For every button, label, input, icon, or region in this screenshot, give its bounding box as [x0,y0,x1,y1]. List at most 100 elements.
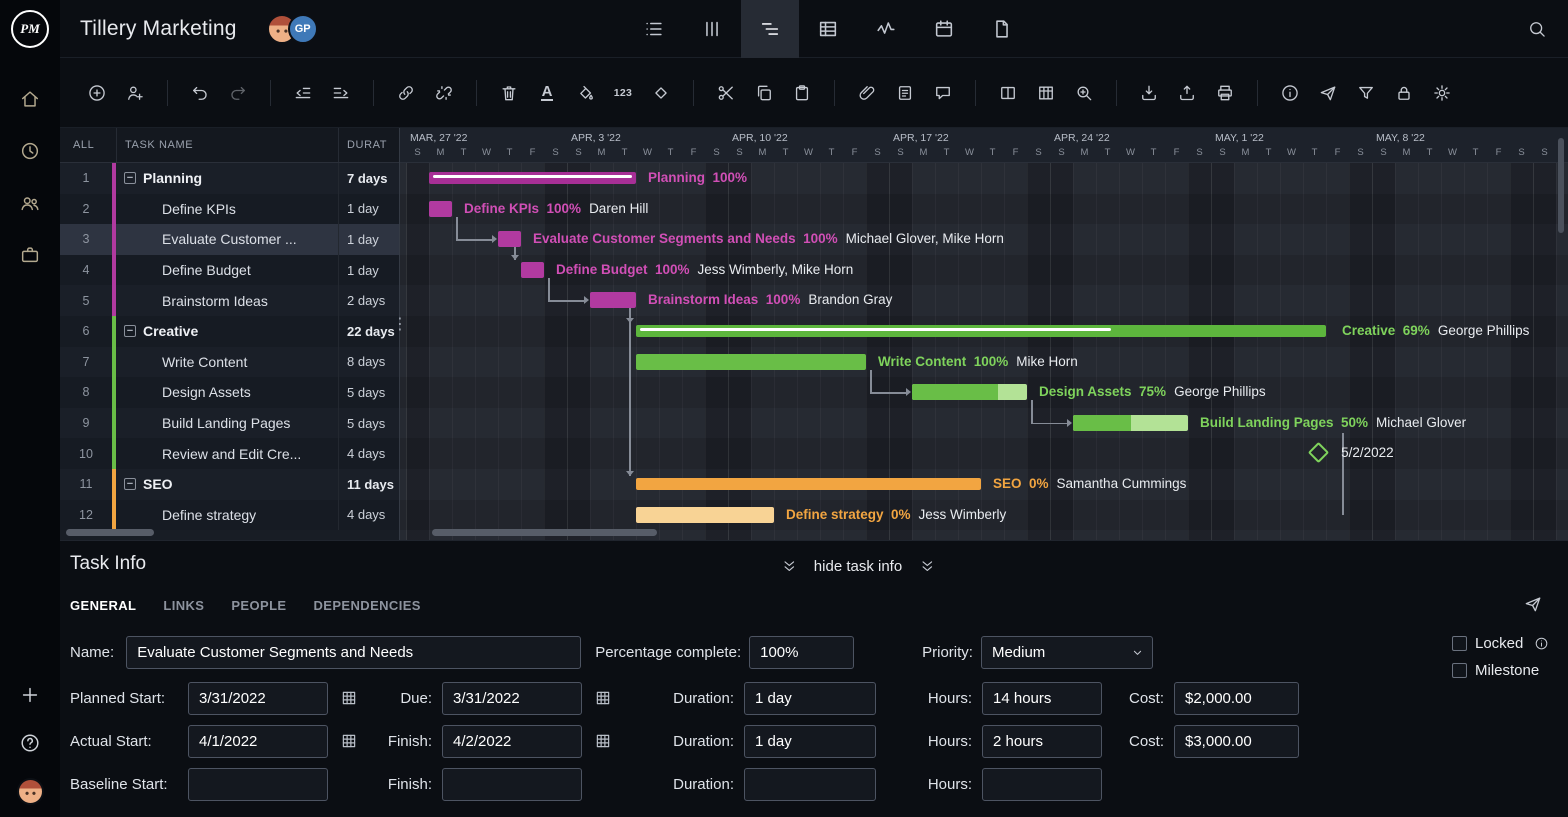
help-icon[interactable] [17,730,43,756]
sheet-view-icon[interactable] [799,0,857,58]
delete-icon[interactable] [494,78,524,108]
numbering-icon[interactable]: 123 [608,78,638,108]
planned-start-input[interactable] [188,682,328,715]
locked-checkbox[interactable] [1452,636,1467,651]
hours-input[interactable] [982,768,1102,801]
recent-icon[interactable] [17,138,43,164]
gantt-summary-bar-1[interactable] [429,172,636,184]
indent-icon[interactable] [326,78,356,108]
send-icon[interactable] [1518,589,1548,619]
home-icon[interactable] [17,86,43,112]
duration-input[interactable] [744,768,876,801]
portfolio-icon[interactable] [17,242,43,268]
list-view-icon[interactable] [625,0,683,58]
task-row-8[interactable]: 8Design Assets5 days [60,377,399,408]
fill-color-icon[interactable] [570,78,600,108]
notes-icon[interactable] [890,78,920,108]
undo-icon[interactable] [185,78,215,108]
gantt-bar-5[interactable] [590,292,636,308]
font-color-icon[interactable]: A [532,78,562,108]
duration-input[interactable] [744,682,876,715]
gantt-hscrollbar-thumb[interactable] [432,529,657,536]
info-icon[interactable] [1275,78,1305,108]
task-row-9[interactable]: 9Build Landing Pages5 days [60,408,399,439]
split-view-icon[interactable] [993,78,1023,108]
tab-dependencies[interactable]: DEPENDENCIES [314,598,421,613]
column-duration[interactable]: DURAT [338,128,400,162]
gantt-view-icon[interactable] [741,0,799,58]
panel-resize-handle[interactable]: ⋮ [392,314,408,334]
hours-input[interactable] [982,725,1102,758]
actual-start-input[interactable] [188,725,328,758]
search-icon[interactable] [1522,14,1552,44]
task-row-2[interactable]: 2Define KPIs1 day [60,194,399,225]
zoom-in-icon[interactable] [1069,78,1099,108]
tab-people[interactable]: PEOPLE [231,598,286,613]
collapse-toggle-icon[interactable]: − [124,478,136,490]
app-logo[interactable]: PM [0,0,60,58]
cost-input[interactable] [1174,725,1299,758]
locked-info-icon[interactable] [1531,633,1551,653]
cut-icon[interactable] [711,78,741,108]
calendar-icon[interactable] [592,730,614,752]
lock-icon[interactable] [1389,78,1419,108]
hours-input[interactable] [982,682,1102,715]
gantt-vscrollbar-thumb[interactable] [1558,138,1564,233]
add-icon[interactable] [17,682,43,708]
percent-complete-input[interactable] [749,636,854,669]
paste-icon[interactable] [787,78,817,108]
task-name-input[interactable] [126,636,581,669]
tab-general[interactable]: GENERAL [70,598,136,613]
tab-links[interactable]: LINKS [163,598,204,613]
docs-view-icon[interactable] [973,0,1031,58]
copy-icon[interactable] [749,78,779,108]
add-task-icon[interactable] [82,78,112,108]
gantt-bar-3[interactable] [498,231,521,247]
gantt-summary-bar-6[interactable] [636,325,1326,337]
unlink-tasks-icon[interactable] [429,78,459,108]
add-milestone-icon[interactable] [646,78,676,108]
task-row-3[interactable]: 3Evaluate Customer ...1 day [60,224,399,255]
collapse-toggle-icon[interactable]: − [124,325,136,337]
gantt-bar-7[interactable] [636,354,866,370]
comment-icon[interactable] [928,78,958,108]
table-columns-icon[interactable] [1031,78,1061,108]
finish-input[interactable] [442,768,582,801]
assign-user-icon[interactable] [120,78,150,108]
hide-task-info-toggle[interactable]: hide task info [774,551,942,581]
gantt-bar-9[interactable] [1073,415,1188,431]
collapse-toggle-icon[interactable]: − [124,172,136,184]
calendar-icon[interactable] [338,687,360,709]
avatar-user2[interactable]: GP [288,14,318,44]
gantt-summary-bar-11[interactable] [636,478,981,490]
link-tasks-icon[interactable] [391,78,421,108]
attachment-icon[interactable] [852,78,882,108]
calendar-view-icon[interactable] [915,0,973,58]
task-row-7[interactable]: 7Write Content8 days [60,347,399,378]
table-hscrollbar-thumb[interactable] [66,529,154,536]
share-icon[interactable] [1313,78,1343,108]
outdent-icon[interactable] [288,78,318,108]
due-input[interactable] [442,682,582,715]
profile-avatar[interactable] [17,778,44,805]
task-row-10[interactable]: 10Review and Edit Cre...4 days [60,438,399,469]
finish-input[interactable] [442,725,582,758]
import-icon[interactable] [1134,78,1164,108]
filter-icon[interactable] [1351,78,1381,108]
workload-view-icon[interactable] [857,0,915,58]
column-task-name[interactable]: TASK NAME [116,128,338,162]
task-row-6[interactable]: 6−Creative22 days [60,316,399,347]
task-row-1[interactable]: 1−Planning7 days [60,163,399,194]
task-row-12[interactable]: 12Define strategy4 days [60,500,399,531]
duration-input[interactable] [744,725,876,758]
baseline-start-input[interactable] [188,768,328,801]
cost-input[interactable] [1174,682,1299,715]
task-row-4[interactable]: 4Define Budget1 day [60,255,399,286]
export-icon[interactable] [1172,78,1202,108]
redo-icon[interactable] [223,78,253,108]
task-row-11[interactable]: 11−SEO11 days [60,469,399,500]
gantt-bar-4[interactable] [521,262,544,278]
gantt-bar-2[interactable] [429,201,452,217]
gantt-bar-8[interactable] [912,384,1027,400]
filter-all[interactable]: ALL [60,139,112,151]
